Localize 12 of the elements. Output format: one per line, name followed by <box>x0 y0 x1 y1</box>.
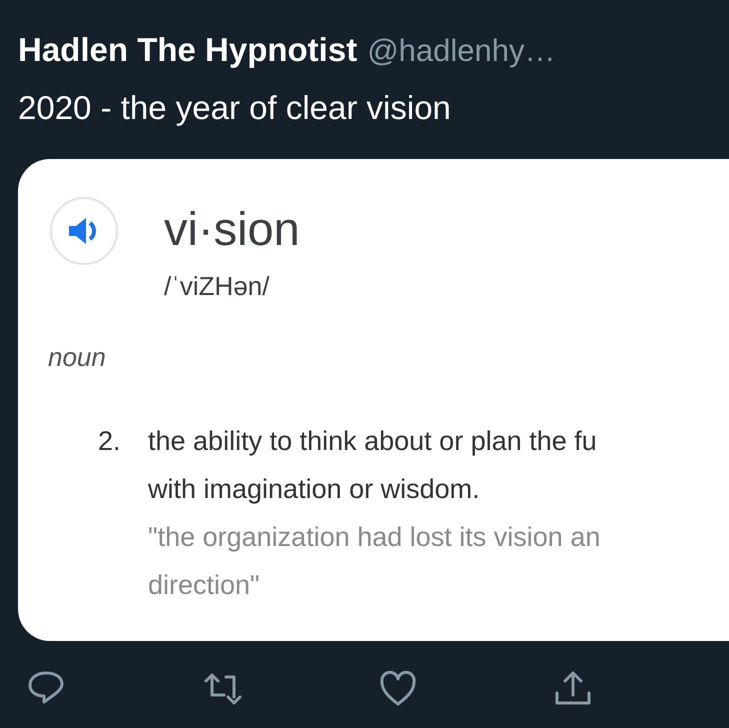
author-name: Hadlen The Hypnotist <box>18 31 358 68</box>
headword: vi·sion <box>164 201 300 257</box>
pronunciation: /ˈviZHən/ <box>164 271 270 302</box>
example-line: direction" <box>148 569 261 602</box>
tweet-text: 2020 - the year of clear vision <box>17 88 452 128</box>
author-handle: @hadlenhy… <box>367 33 556 68</box>
definition-line: the ability to think about or plan the fu <box>148 425 598 458</box>
pronounce-button[interactable] <box>50 197 118 265</box>
sense-number: 2. <box>98 425 122 458</box>
example-line: "the organization had lost its vision an <box>148 521 600 554</box>
definition-line: with imagination or wisdom. <box>148 473 481 506</box>
part-of-speech: noun <box>47 342 107 373</box>
